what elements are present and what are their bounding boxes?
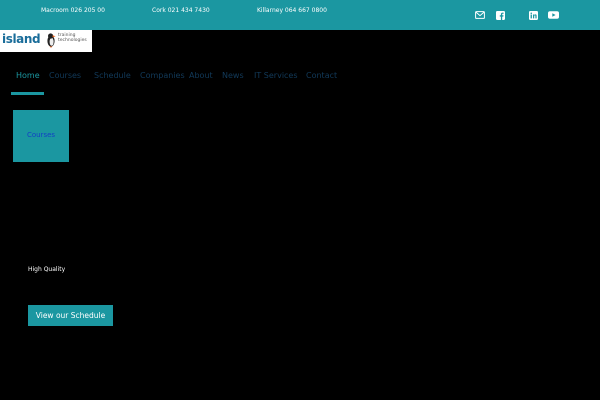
- nav-active-indicator: [11, 92, 44, 95]
- logo-tagline-line2: technologies: [58, 38, 87, 43]
- nav-about[interactable]: About: [189, 71, 213, 80]
- nav-courses[interactable]: Courses: [49, 71, 81, 80]
- hero-eyebrow: High Quality: [28, 266, 66, 273]
- youtube-icon[interactable]: [548, 10, 559, 20]
- nav-it-services[interactable]: IT Services: [254, 71, 298, 80]
- linkedin-icon[interactable]: [528, 10, 539, 20]
- contact-cork[interactable]: Cork 021 434 7430: [152, 7, 210, 14]
- nav-contact[interactable]: Contact: [306, 71, 337, 80]
- top-contact-bar: Macroom 026 205 00 Cork 021 434 7430 Kil…: [0, 0, 600, 30]
- contact-macroom[interactable]: Macroom 026 205 00: [41, 7, 105, 14]
- courses-panel-link[interactable]: Courses: [13, 131, 69, 139]
- main-nav: Home Courses Schedule Companies About Ne…: [0, 71, 600, 85]
- nav-companies[interactable]: Companies: [140, 71, 185, 80]
- logo-tagline: training technologies: [58, 33, 87, 43]
- nav-schedule[interactable]: Schedule: [94, 71, 131, 80]
- view-schedule-button[interactable]: View our Schedule: [28, 305, 113, 326]
- nav-news[interactable]: News: [222, 71, 244, 80]
- site-logo[interactable]: island training technologies: [0, 30, 92, 52]
- logo-wordmark: island: [2, 32, 41, 46]
- email-icon[interactable]: [474, 10, 485, 20]
- facebook-icon[interactable]: [495, 10, 506, 20]
- nav-home[interactable]: Home: [16, 71, 40, 80]
- contact-killarney[interactable]: Killarney 064 667 0800: [257, 7, 327, 14]
- puffin-icon: [47, 33, 56, 48]
- courses-dropdown-panel[interactable]: Courses: [13, 110, 69, 162]
